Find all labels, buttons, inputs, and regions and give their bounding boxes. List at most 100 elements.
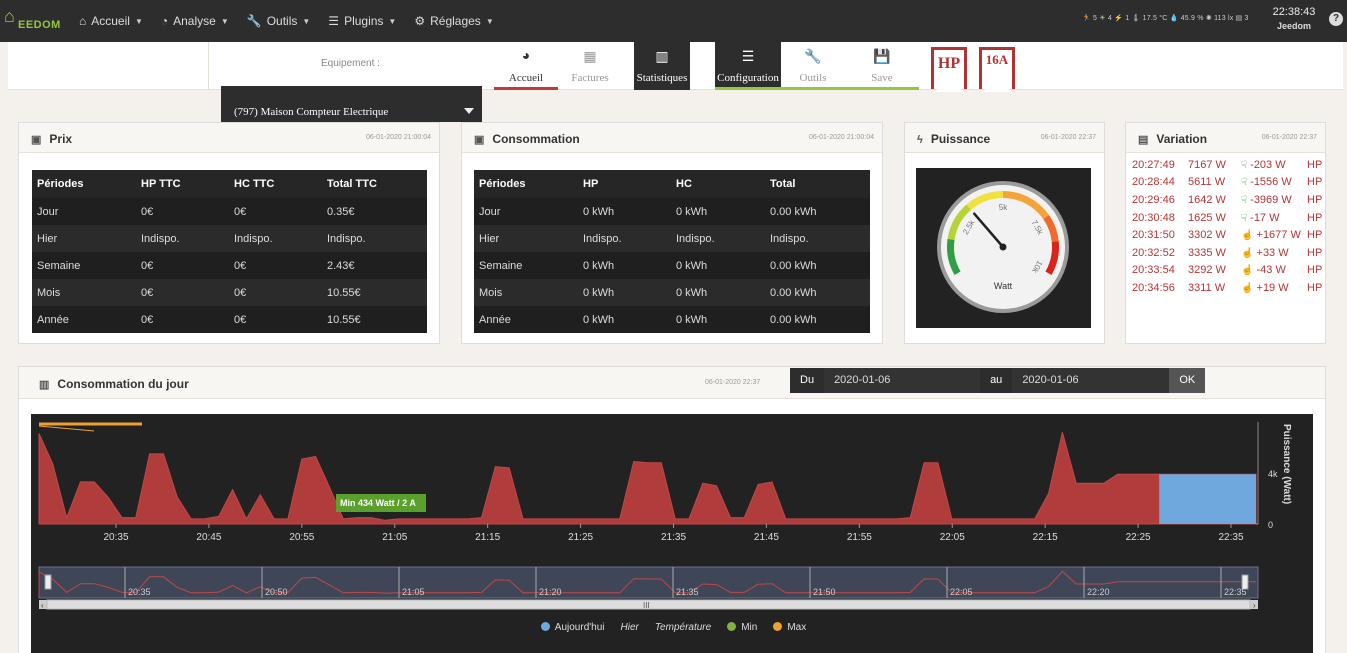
legend-item[interactable]: Température — [655, 622, 711, 633]
variation-time: 20:30:48 — [1132, 211, 1175, 224]
chevron-down-icon: ▼ — [485, 16, 494, 26]
variation-time: 20:28:44 — [1132, 176, 1175, 189]
scrollbar[interactable]: ‹ › III — [39, 599, 1258, 610]
variation-tarif: HP — [1307, 246, 1323, 259]
dashboard-icon: ◔ — [160, 14, 169, 28]
variation-delta-text: -17 W — [1250, 211, 1280, 224]
table-cell: 10.55€ — [327, 286, 361, 299]
table-cell: Année — [37, 313, 69, 326]
series-area-aujourdhui — [38, 432, 1257, 525]
table-cell: 0€ — [234, 313, 247, 326]
user-name[interactable]: Jeedom — [1270, 21, 1318, 31]
table-cell: 0.00 kWh — [770, 205, 817, 218]
variation-tarif: HP — [1307, 264, 1323, 277]
gauge-hub — [999, 243, 1007, 251]
home-icon: ⌂ — [79, 14, 87, 28]
clock-time: 22:38:43 — [1272, 6, 1316, 18]
navigator-left-handle[interactable] — [44, 574, 52, 590]
table-cell: Jour — [37, 205, 59, 218]
scroll-grip-icon[interactable]: III — [643, 601, 650, 610]
navigator-tick-label: 21:50 — [813, 587, 836, 597]
variation-delta-text: +19 W — [1256, 281, 1289, 294]
help-icon[interactable]: ? — [1329, 12, 1343, 26]
wrench-icon: 🔧 — [246, 14, 262, 28]
table-cell: 0 kWh — [583, 205, 615, 218]
list-item: 20:32:52 3335 W ☝ +33 W HP — [1132, 244, 1325, 262]
tab-outils[interactable]: 🔧 Outils — [781, 42, 845, 90]
puissance-title: ϟ Puissance — [917, 132, 990, 146]
tab-save[interactable]: 💾 Save — [845, 42, 919, 90]
table-cell: 0 kWh — [676, 313, 708, 326]
menu-outils[interactable]: 🔧 Outils ▼ — [238, 0, 320, 42]
from-label: Du — [790, 368, 825, 393]
tab-accueil[interactable]: ◕ Accueil — [494, 42, 558, 90]
table-cell: 0 kWh — [676, 286, 708, 299]
list-item: 20:28:44 5611 W ☟ -1556 W HP — [1132, 174, 1325, 192]
to-date-input[interactable]: 2020-01-06 — [1012, 368, 1170, 393]
tab-factures-label: Factures — [571, 72, 609, 84]
table-icon: ▦ — [583, 50, 597, 65]
table-cell: Hier — [37, 232, 58, 245]
legend-item[interactable]: Hier — [621, 622, 639, 633]
menu-accueil[interactable]: ⌂ Accueil ▼ — [70, 0, 152, 42]
legend-item[interactable]: Max — [773, 622, 806, 633]
variation-delta: ☝ +19 W — [1241, 282, 1307, 294]
menu-plugins[interactable]: ☰ Plugins ▼ — [319, 0, 405, 42]
save-icon: 💾 — [873, 50, 891, 65]
consommation-title-text: Consommation — [492, 132, 580, 146]
table-cell: 0€ — [141, 259, 154, 272]
navigator[interactable] — [38, 566, 1259, 599]
variation-date: 06-01-2020 22:37 — [1261, 134, 1317, 141]
variation-delta-text: -43 W — [1256, 264, 1286, 277]
menu-plugins-label: Plugins — [344, 14, 384, 28]
chevron-down-icon — [464, 108, 474, 114]
list-icon: ☰ — [328, 14, 340, 28]
y-tick-label: 0 — [1268, 520, 1273, 530]
table-cell: 0€ — [141, 205, 154, 218]
thumb-down-icon: ☟ — [1241, 177, 1248, 189]
navigator-tick-label: 20:50 — [265, 587, 288, 597]
jeedom-logo[interactable]: ⌂ EEDOM — [4, 6, 62, 36]
tab-configuration[interactable]: ☰ Configuration — [715, 42, 781, 90]
summary-status[interactable]: 🏃 5 ☀ 4 ⚡ 1 🌡 17.5 °C 💧 45.9 % ✺ 113 lx … — [1082, 14, 1249, 22]
header-cell: Total TTC — [327, 178, 377, 190]
config-icon: ☰ — [741, 50, 755, 65]
ok-button[interactable]: OK — [1169, 368, 1206, 393]
daily-title: ▥ Consommation du jour — [39, 377, 189, 391]
variation-time: 20:33:54 — [1132, 264, 1175, 277]
variation-value: 1642 W — [1188, 193, 1226, 206]
variation-delta: ☟ -1556 W — [1241, 176, 1307, 188]
scroll-right-arrow-icon[interactable]: › — [1253, 601, 1256, 610]
legend-marker — [540, 622, 550, 631]
x-tick-label: 22:25 — [1126, 532, 1151, 543]
table-row: Jour 0€ 0€ 0.35€ — [32, 198, 427, 225]
tab-outils-label: Outils — [799, 72, 827, 84]
hp-ribbon: HP — [931, 47, 967, 92]
navigator-tick-label: 21:20 — [539, 587, 562, 597]
table-cell: 10.55€ — [327, 313, 361, 326]
chevron-down-icon: ▼ — [134, 16, 143, 26]
scroll-left-arrow-icon[interactable]: ‹ — [41, 601, 44, 610]
variation-delta-text: +1677 W — [1256, 229, 1301, 242]
equipment-select[interactable]: (797) Maison Compteur Electrique — [221, 86, 482, 122]
main-menu: ⌂ Accueil ▼ ◔ Analyse ▼ 🔧 Outils ▼ ☰ Plu… — [70, 0, 503, 42]
prix-date: 06-01-2020 21:00:04 — [366, 134, 431, 141]
from-date-input[interactable]: 2020-01-06 — [824, 368, 981, 393]
puissance-title-text: Puissance — [930, 132, 991, 146]
min-tooltip: Min 434 Watt / 2 A — [336, 494, 426, 512]
variation-time: 20:27:49 — [1132, 158, 1175, 171]
tab-factures[interactable]: ▦ Factures — [558, 42, 622, 90]
navigator-tick-label: 20:35 — [128, 587, 151, 597]
to-label: au — [980, 368, 1013, 393]
x-tick-label: 21:55 — [847, 532, 872, 543]
menu-analyse[interactable]: ◔ Analyse ▼ — [152, 0, 238, 42]
legend-item[interactable]: Aujourd'hui — [540, 622, 605, 633]
tab-statistiques[interactable]: ▥ Statistiques — [634, 42, 690, 90]
prix-panel: ▣ Prix 06-01-2020 21:00:04 Périodes HP TT… — [18, 122, 440, 344]
equipment-select-value: (797) Maison Compteur Electrique — [234, 106, 389, 118]
current-period-block — [1159, 474, 1256, 524]
prix-header: ▣ Prix 06-01-2020 21:00:04 — [19, 123, 439, 153]
table-cell: Année — [479, 313, 511, 326]
menu-reglages[interactable]: ⚙ Réglages ▼ — [405, 0, 502, 42]
legend-item[interactable]: Min — [727, 622, 757, 633]
